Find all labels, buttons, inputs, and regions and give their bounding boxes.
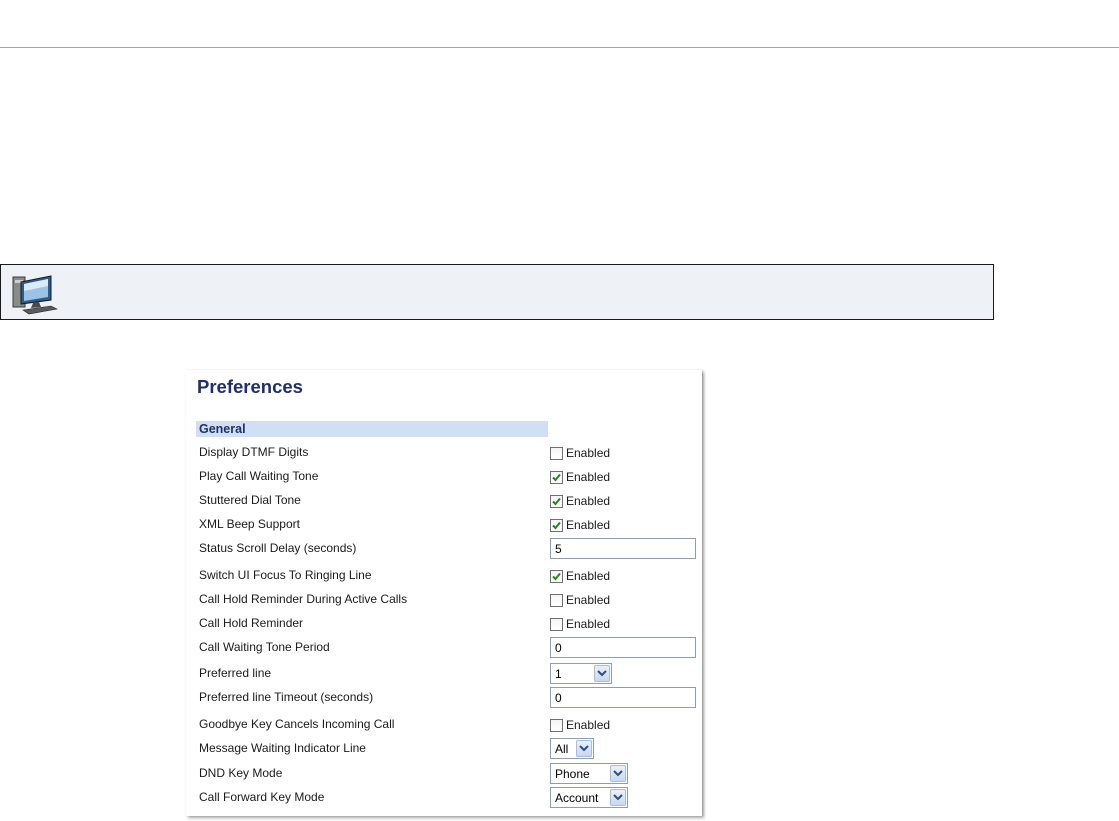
preference-label: Stuttered Dial Tone: [199, 493, 301, 507]
dropdown-value: Phone: [555, 766, 590, 781]
preference-label: Display DTMF Digits: [199, 445, 309, 459]
section-header-general: General: [196, 421, 548, 437]
preference-label: Message Waiting Indicator Line: [199, 741, 366, 755]
preference-row: Display DTMF Digits Enabled: [186, 445, 702, 467]
enabled-checkbox-control[interactable]: Enabled: [550, 593, 610, 607]
preference-row: Goodbye Key Cancels Incoming Call Enabled: [186, 717, 702, 739]
checkmark-icon: [552, 497, 561, 505]
dropdown-select[interactable]: Phone: [550, 763, 628, 784]
dropdown-select[interactable]: Account: [550, 787, 628, 808]
enabled-checkbox[interactable]: [550, 593, 563, 607]
enabled-checkbox-control[interactable]: Enabled: [550, 494, 610, 508]
dropdown-value: 1: [555, 666, 562, 681]
preference-label: Call Forward Key Mode: [199, 790, 325, 804]
preference-row: Message Waiting Indicator Line All: [186, 738, 702, 763]
enabled-checkbox[interactable]: [550, 617, 563, 631]
checkbox-label: Enabled: [566, 593, 611, 607]
preference-label: Preferred line: [199, 666, 272, 680]
computer-monitor-icon: [11, 273, 59, 315]
checkmark-icon: [552, 521, 561, 529]
enabled-checkbox[interactable]: [550, 518, 563, 532]
preference-label: Call Waiting Tone Period: [199, 640, 330, 654]
checkbox-label: Enabled: [566, 518, 611, 532]
text-input[interactable]: [550, 538, 696, 559]
preference-row: Status Scroll Delay (seconds): [186, 538, 702, 563]
preferences-panel: Preferences General Display DTMF Digits E…: [186, 370, 702, 816]
checkmark-icon: [552, 572, 561, 580]
checkbox-label: Enabled: [566, 718, 611, 732]
preference-label: XML Beep Support: [199, 517, 300, 531]
top-divider: [0, 47, 1119, 48]
enabled-checkbox-control[interactable]: Enabled: [550, 470, 610, 484]
preference-row: Call Hold Reminder During Active Calls En…: [186, 592, 702, 614]
preference-row: Preferred line 1: [186, 663, 702, 688]
dropdown-value: Account: [555, 790, 599, 805]
preference-row: Call Hold Reminder Enabled: [186, 616, 702, 638]
preference-row: DND Key Mode Phone: [186, 763, 702, 788]
enabled-checkbox-control[interactable]: Enabled: [550, 446, 610, 460]
enabled-checkbox[interactable]: [550, 569, 563, 583]
checkbox-label: Enabled: [566, 494, 611, 508]
checkbox-label: Enabled: [566, 446, 611, 460]
dropdown-select[interactable]: All: [550, 738, 594, 759]
enabled-checkbox-control[interactable]: Enabled: [550, 617, 610, 631]
chevron-down-icon[interactable]: [594, 665, 610, 682]
page-title: Preferences: [197, 376, 303, 397]
text-input[interactable]: [550, 637, 696, 658]
checkbox-label: Enabled: [566, 569, 611, 583]
preference-label: Goodbye Key Cancels Incoming Call: [199, 717, 395, 731]
preference-label: Preferred line Timeout (seconds): [199, 690, 374, 704]
enabled-checkbox-control[interactable]: Enabled: [550, 718, 610, 732]
checkbox-label: Enabled: [566, 617, 611, 631]
enabled-checkbox[interactable]: [550, 718, 563, 732]
preference-label: Call Hold Reminder: [199, 616, 304, 630]
enabled-checkbox[interactable]: [550, 446, 563, 460]
preference-label: Play Call Waiting Tone: [199, 469, 319, 483]
dropdown-value: All: [555, 741, 569, 756]
chevron-down-icon[interactable]: [576, 740, 592, 757]
checkmark-icon: [552, 473, 561, 481]
text-input[interactable]: [550, 687, 696, 708]
preference-row: Switch UI Focus To Ringing Line Enabled: [186, 568, 702, 590]
preference-row: Play Call Waiting Tone Enabled: [186, 469, 702, 491]
dropdown-select[interactable]: 1: [550, 663, 612, 684]
preference-row: Call Waiting Tone Period: [186, 637, 702, 662]
preference-row: Call Forward Key Mode Account: [186, 787, 702, 812]
preference-row: XML Beep Support Enabled: [186, 517, 702, 539]
chevron-down-icon[interactable]: [610, 789, 626, 806]
preference-label: Switch UI Focus To Ringing Line: [199, 568, 372, 582]
preference-row: Preferred line Timeout (seconds): [186, 687, 702, 712]
chevron-down-icon[interactable]: [610, 765, 626, 782]
preference-row: Stuttered Dial Tone Enabled: [186, 493, 702, 515]
preference-label: Status Scroll Delay (seconds): [199, 541, 357, 555]
enabled-checkbox[interactable]: [550, 494, 563, 508]
preference-label: DND Key Mode: [199, 766, 283, 780]
note-box: [0, 264, 994, 320]
enabled-checkbox-control[interactable]: Enabled: [550, 518, 610, 532]
enabled-checkbox-control[interactable]: Enabled: [550, 569, 610, 583]
enabled-checkbox[interactable]: [550, 470, 563, 484]
preference-label: Call Hold Reminder During Active Calls: [199, 592, 408, 606]
checkbox-label: Enabled: [566, 470, 611, 484]
